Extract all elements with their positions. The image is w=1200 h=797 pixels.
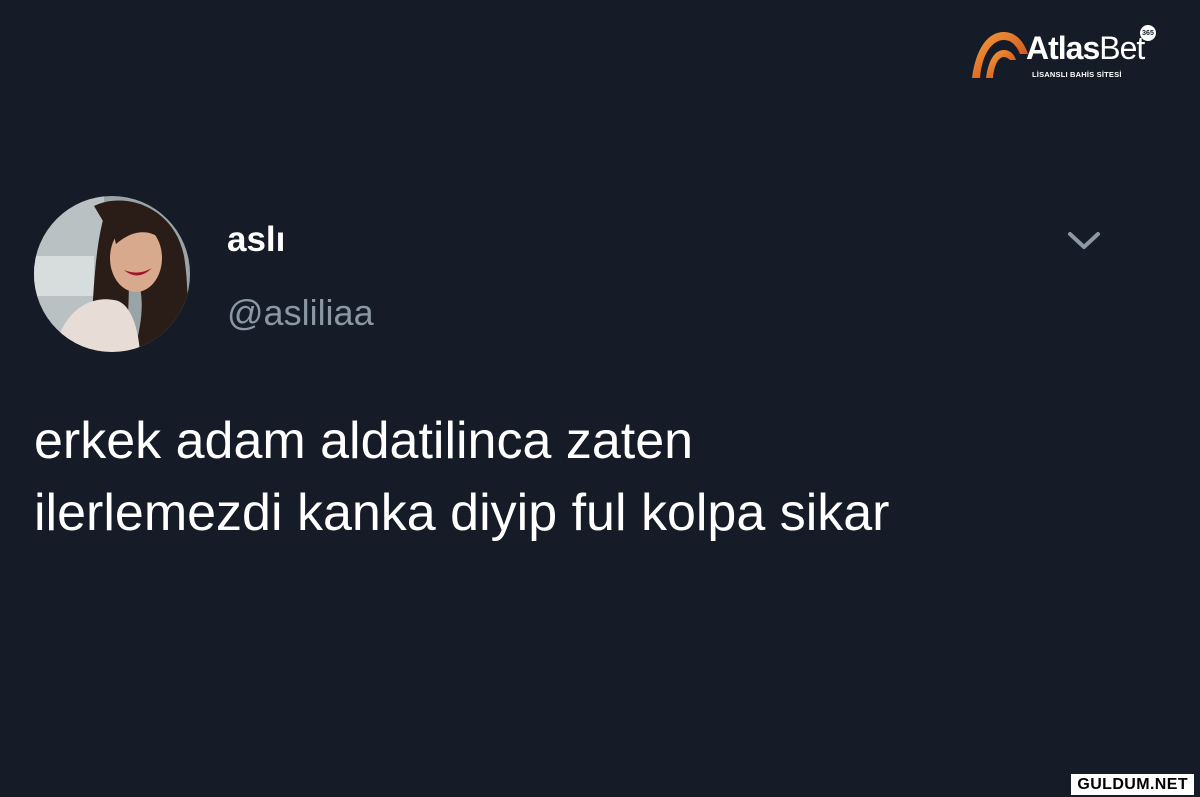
tweet-text-line: erkek adam aldatilinca zaten bbox=[34, 412, 694, 470]
brand-badge: 365 bbox=[1140, 25, 1156, 41]
brand-wordmark: AtlasBet bbox=[1026, 30, 1145, 66]
display-name[interactable]: aslı bbox=[227, 220, 285, 260]
avatar[interactable] bbox=[34, 196, 190, 352]
chevron-down-icon[interactable] bbox=[1064, 226, 1104, 254]
tweet-screenshot: AtlasBet LİSANSLI BAHİS SİTESİ 365 aslı … bbox=[0, 0, 1200, 797]
brand-tagline: LİSANSLI BAHİS SİTESİ bbox=[1032, 70, 1122, 79]
watermark: GULDUM.NET bbox=[1071, 774, 1194, 795]
user-handle[interactable]: @asliliaa bbox=[227, 292, 374, 334]
atlasbet-logo[interactable]: AtlasBet LİSANSLI BAHİS SİTESİ 365 bbox=[968, 22, 1168, 92]
atlas-arch-icon bbox=[972, 32, 1028, 78]
profile-photo-icon bbox=[34, 196, 190, 352]
tweet-text: erkek adam aldatilinca zaten ilerlemezdi… bbox=[34, 405, 1174, 549]
tweet-text-line: ilerlemezdi kanka diyip ful kolpa sikar bbox=[34, 484, 890, 542]
